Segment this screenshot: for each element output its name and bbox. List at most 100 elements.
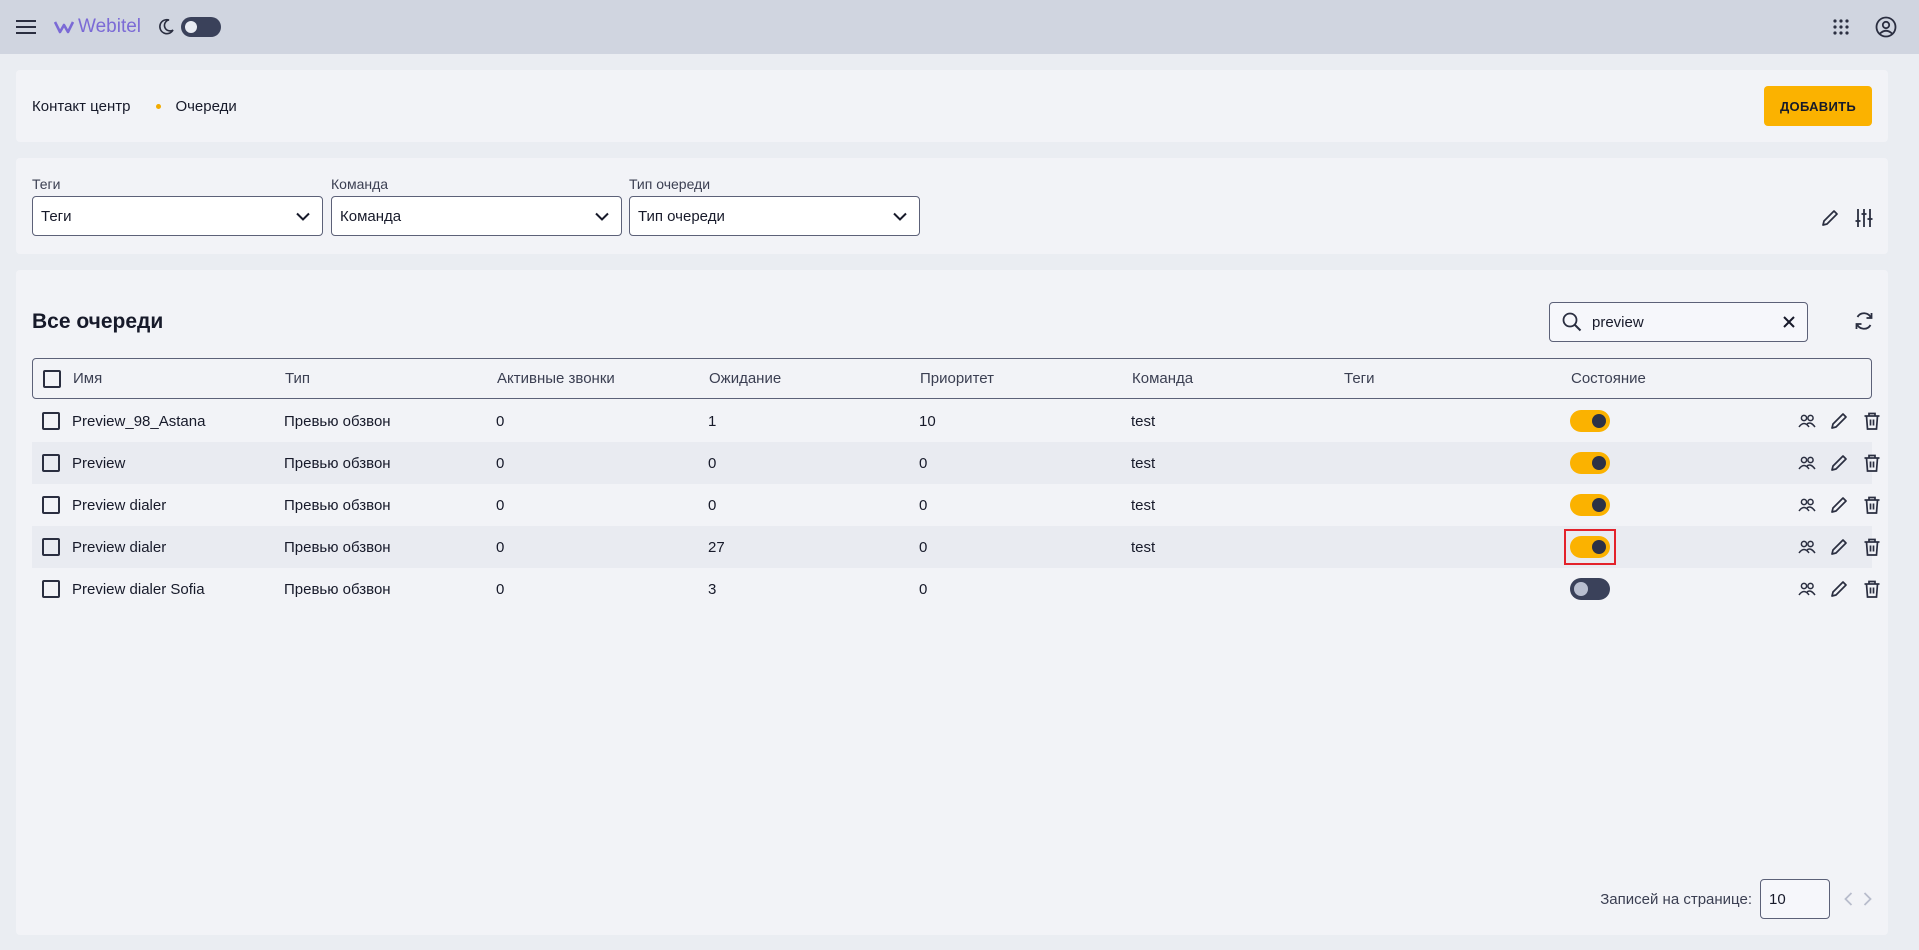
cell-name: Preview <box>72 454 126 472</box>
cell-type: Превью обзвон <box>284 538 391 556</box>
account-icon[interactable] <box>1875 16 1897 38</box>
cell-team: test <box>1131 496 1156 514</box>
column-header-priority[interactable]: Приоритет <box>920 370 994 387</box>
per-page-value: 10 <box>1769 890 1786 908</box>
members-icon[interactable] <box>1798 413 1816 429</box>
cell-type: Превью обзвон <box>284 580 391 598</box>
cell-name: Preview_98_Astana <box>72 412 206 430</box>
menu-icon[interactable] <box>16 19 36 35</box>
table-row[interactable]: Preview Превью обзвон 0 0 0 test <box>32 442 1880 484</box>
cell-name: Preview dialer <box>72 496 167 514</box>
cell-active-calls: 0 <box>496 538 505 556</box>
column-header-type[interactable]: Тип <box>285 370 310 387</box>
column-header-waiting[interactable]: Ожидание <box>709 370 781 387</box>
pencil-icon[interactable] <box>1820 208 1840 228</box>
column-header-tags[interactable]: Теги <box>1344 370 1375 387</box>
filter-team-value: Команда <box>340 207 402 225</box>
edit-icon[interactable] <box>1829 495 1849 515</box>
apps-grid-icon[interactable] <box>1833 19 1849 35</box>
breadcrumb-parent[interactable]: Контакт центр <box>32 98 130 115</box>
select-all-checkbox[interactable] <box>43 369 61 388</box>
cell-waiting: 3 <box>708 580 717 598</box>
filter-team-label: Команда <box>331 176 389 192</box>
chevron-right-icon[interactable] <box>1863 892 1872 906</box>
edit-icon[interactable] <box>1829 579 1849 599</box>
cell-priority: 0 <box>919 538 928 556</box>
delete-icon[interactable] <box>1862 453 1882 473</box>
table-row[interactable]: Preview dialer Sofia Превью обзвон 0 3 0 <box>32 568 1880 610</box>
cell-waiting: 27 <box>708 538 725 556</box>
filter-queue-type: Тип очереди Тип очереди <box>629 176 920 236</box>
clear-icon[interactable] <box>1783 316 1795 328</box>
delete-icon[interactable] <box>1862 411 1882 431</box>
top-bar: Webitel <box>0 0 1919 54</box>
filter-tags-value: Теги <box>41 207 72 225</box>
cell-active-calls: 0 <box>496 580 505 598</box>
cell-type: Превью обзвон <box>284 496 391 514</box>
refresh-icon[interactable] <box>1853 310 1875 332</box>
cell-active-calls: 0 <box>496 412 505 430</box>
chevron-down-icon <box>893 212 907 221</box>
edit-icon[interactable] <box>1829 411 1849 431</box>
queues-table-panel: Все очереди preview Имя Тип Активные зво… <box>16 270 1888 935</box>
cell-priority: 0 <box>919 496 928 514</box>
cell-waiting: 0 <box>708 496 717 514</box>
cell-type: Превью обзвон <box>284 454 391 472</box>
row-checkbox[interactable] <box>42 454 60 472</box>
add-button[interactable]: ДОБАВИТЬ <box>1763 86 1872 126</box>
filter-tags-select[interactable]: Теги <box>32 196 323 236</box>
filter-team: Команда Команда <box>331 176 622 236</box>
delete-icon[interactable] <box>1862 579 1882 599</box>
state-toggle[interactable] <box>1564 529 1616 565</box>
column-header-active-calls[interactable]: Активные звонки <box>497 370 615 387</box>
logo-icon <box>54 21 74 34</box>
theme-toggle[interactable] <box>181 17 222 37</box>
cell-team: test <box>1131 538 1156 556</box>
state-toggle[interactable] <box>1570 452 1610 474</box>
per-page-label: Записей на странице: <box>1600 890 1752 908</box>
highlight-box <box>1564 529 1616 565</box>
state-toggle[interactable] <box>1570 578 1610 600</box>
members-icon[interactable] <box>1798 581 1816 597</box>
state-toggle[interactable] <box>1570 494 1610 516</box>
page-header: Контакт центр Очереди ДОБАВИТЬ <box>16 70 1888 142</box>
table-row[interactable]: Preview dialer Превью обзвон 0 27 0 test <box>32 526 1880 568</box>
delete-icon[interactable] <box>1862 537 1882 557</box>
search-field[interactable]: preview <box>1549 302 1808 342</box>
members-icon[interactable] <box>1798 497 1816 513</box>
edit-icon[interactable] <box>1829 537 1849 557</box>
table-row[interactable]: Preview dialer Превью обзвон 0 0 0 test <box>32 484 1880 526</box>
table-row[interactable]: Preview_98_Astana Превью обзвон 0 1 10 t… <box>32 400 1880 442</box>
filter-tags: Теги Теги <box>32 176 323 236</box>
column-header-team[interactable]: Команда <box>1132 370 1193 387</box>
cell-name: Preview dialer Sofia <box>72 580 205 598</box>
filter-queue-type-select[interactable]: Тип очереди <box>629 196 920 236</box>
search-input-value[interactable]: preview <box>1592 314 1783 331</box>
cell-priority: 0 <box>919 454 928 472</box>
table-header: Имя Тип Активные звонки Ожидание Приорит… <box>32 358 1872 399</box>
pagination: Записей на странице: 10 <box>1600 879 1872 919</box>
members-icon[interactable] <box>1798 455 1816 471</box>
row-checkbox[interactable] <box>42 538 60 556</box>
delete-icon[interactable] <box>1862 495 1882 515</box>
state-toggle[interactable] <box>1570 410 1610 432</box>
cell-priority: 0 <box>919 580 928 598</box>
app-logo[interactable]: Webitel <box>54 16 141 38</box>
column-header-name[interactable]: Имя <box>73 370 102 387</box>
column-header-state[interactable]: Состояние <box>1571 370 1646 387</box>
cell-active-calls: 0 <box>496 496 505 514</box>
row-checkbox[interactable] <box>42 412 60 430</box>
row-checkbox[interactable] <box>42 496 60 514</box>
edit-icon[interactable] <box>1829 453 1849 473</box>
members-icon[interactable] <box>1798 539 1816 555</box>
per-page-input[interactable]: 10 <box>1760 879 1830 919</box>
row-checkbox[interactable] <box>42 580 60 598</box>
cell-priority: 10 <box>919 412 936 430</box>
cell-team: test <box>1131 412 1156 430</box>
column-settings-icon[interactable] <box>1854 208 1874 228</box>
filter-team-select[interactable]: Команда <box>331 196 622 236</box>
chevron-down-icon <box>296 212 310 221</box>
search-icon <box>1562 312 1582 332</box>
filter-queue-type-label: Тип очереди <box>629 176 711 192</box>
chevron-left-icon[interactable] <box>1844 892 1853 906</box>
